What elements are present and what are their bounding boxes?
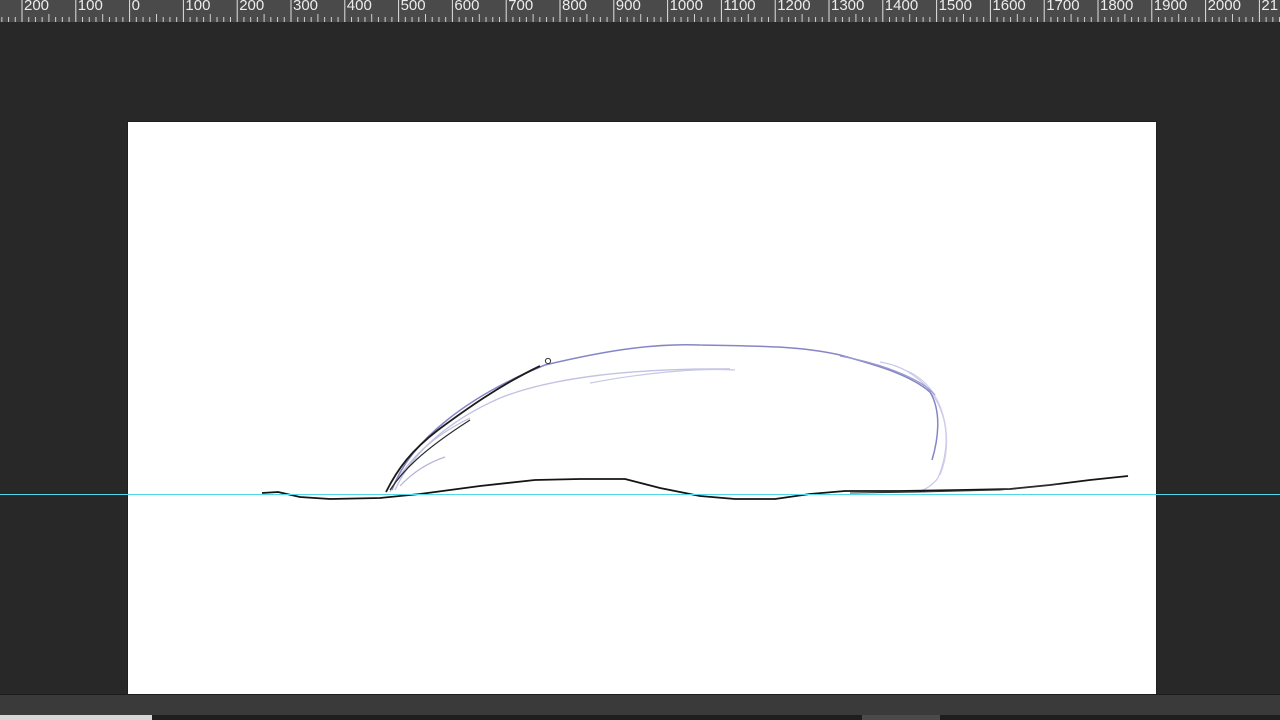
horizontal-guide-line[interactable] [0, 494, 1280, 495]
scrollbar-track[interactable] [0, 715, 1280, 720]
scrollbar-marker [862, 715, 940, 720]
scrollbar-thumb[interactable] [0, 715, 152, 720]
sketch-stroke-light-mid [589, 368, 736, 384]
sketch-stroke-front-dark-2 [389, 419, 471, 491]
sketch-stroke-light-front [389, 417, 471, 493]
sketch-stroke-roof-back [839, 355, 936, 396]
sketch-stroke-light-inner [394, 368, 731, 491]
horizontal-scrollbar[interactable] [0, 694, 1280, 720]
drawing-app-window: 200 100 0 100 200 300 400 500 600 700 800 900 1000 11… [0, 0, 1280, 720]
brush-cursor-icon [544, 357, 552, 365]
sketch-stroke-light-rear [879, 361, 947, 493]
sketch-stroke-front-dark [385, 365, 541, 493]
sketch-layer [261, 343, 1129, 500]
sketch-stroke-body-outline [391, 343, 939, 491]
